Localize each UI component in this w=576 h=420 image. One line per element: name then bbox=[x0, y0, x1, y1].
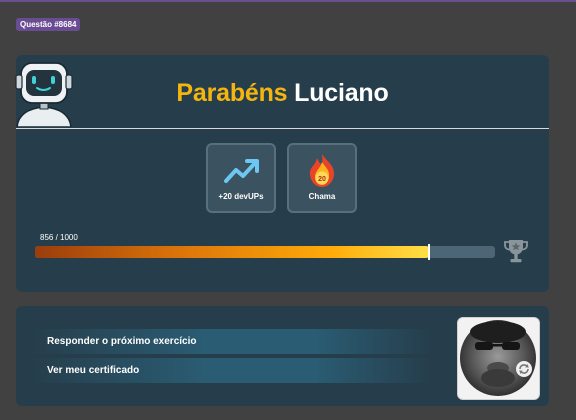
flame-icon: 20 bbox=[309, 154, 335, 187]
result-card: Parabéns Luciano +20 devUPs 20 Chama 856… bbox=[15, 55, 549, 292]
question-badge: Questão #8684 bbox=[16, 18, 81, 31]
next-exercise-button[interactable]: Responder o próximo exercício bbox=[31, 329, 431, 354]
divider bbox=[16, 128, 549, 129]
flame-reward: 20 Chama bbox=[287, 143, 357, 213]
congrats-prefix: Parabéns bbox=[176, 79, 288, 107]
progress-fill bbox=[35, 246, 429, 258]
progress-marker bbox=[428, 244, 430, 260]
user-photo[interactable] bbox=[457, 317, 540, 400]
congrats-title: Parabéns Luciano bbox=[16, 79, 549, 108]
flame-label: Chama bbox=[308, 192, 336, 201]
devups-reward: +20 devUPs bbox=[206, 143, 276, 213]
trophy-icon bbox=[504, 240, 528, 263]
flame-count: 20 bbox=[318, 176, 326, 183]
certificate-label: Ver meu certificado bbox=[47, 365, 140, 376]
progress-text: 856 / 1000 bbox=[40, 233, 78, 242]
avatar bbox=[458, 318, 539, 399]
top-border bbox=[0, 0, 576, 2]
next-steps-card: Responder o próximo exercício Ver meu ce… bbox=[16, 306, 549, 406]
user-name: Luciano bbox=[294, 79, 389, 107]
devups-label: +20 devUPs bbox=[218, 192, 264, 201]
certificate-button[interactable]: Ver meu certificado bbox=[31, 358, 431, 383]
next-exercise-label: Responder o próximo exercício bbox=[47, 336, 197, 347]
trending-up-icon bbox=[224, 159, 259, 183]
progress-bar bbox=[35, 244, 495, 260]
